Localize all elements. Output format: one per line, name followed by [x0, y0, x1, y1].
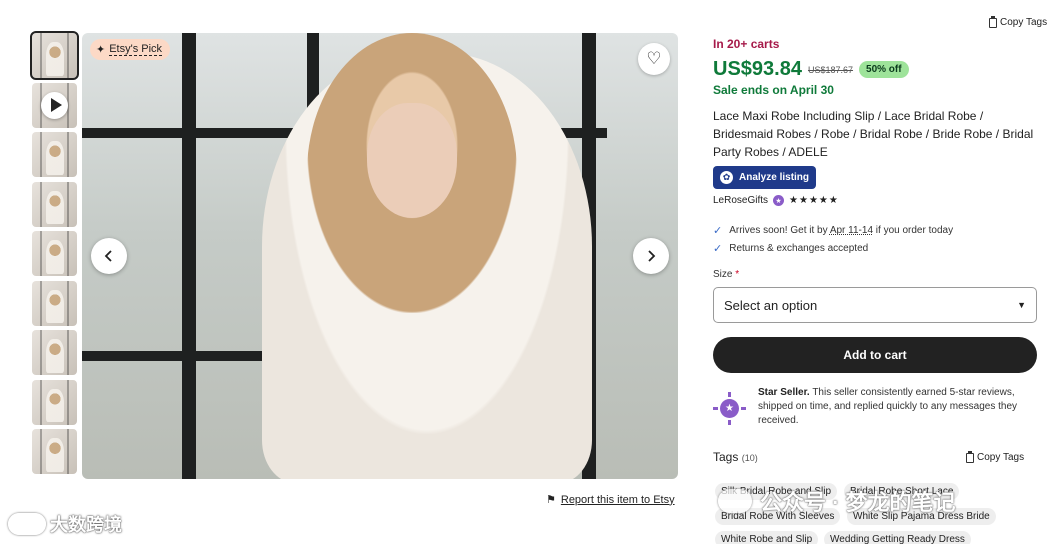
- arrival-dates[interactable]: Apr 11-14: [830, 225, 873, 236]
- sale-end-notice: Sale ends on April 30: [713, 83, 834, 97]
- rating-stars[interactable]: ★★★★★: [789, 195, 839, 206]
- watermark-left: 大数跨境: [8, 511, 122, 537]
- clipboard-icon: [989, 15, 997, 28]
- returns-info: ✓ Returns & exchanges accepted: [713, 243, 869, 255]
- discount-badge: 50% off: [859, 61, 909, 78]
- copy-tags-button-top[interactable]: Copy Tags: [989, 15, 1047, 28]
- analyze-icon: ✿: [720, 171, 733, 184]
- thumbnail-7[interactable]: [32, 330, 77, 375]
- watermark-logo-icon: [8, 513, 46, 535]
- star-seller-info: ★ Star Seller. This seller consistently …: [713, 386, 1043, 428]
- check-icon: ✓: [713, 243, 723, 255]
- heart-icon: ♡: [646, 49, 662, 68]
- favorite-button[interactable]: ♡: [638, 43, 670, 75]
- analyze-listing-button[interactable]: ✿ Analyze listing: [713, 166, 817, 189]
- chevron-left-icon: [104, 250, 112, 262]
- sparkle-icon: ✦: [96, 44, 106, 56]
- thumbnail-5[interactable]: [32, 231, 77, 276]
- listing-title: Lace Maxi Robe Including Slip / Lace Bri…: [713, 109, 1034, 159]
- price-row: US$93.84 US$187.67 50% off: [713, 58, 909, 81]
- thumbnail-6[interactable]: [32, 280, 77, 326]
- tags-heading: Tags (10): [713, 450, 758, 464]
- clipboard-icon: [966, 450, 974, 463]
- wechat-icon: [718, 489, 752, 513]
- thumbnail-video[interactable]: [32, 82, 77, 128]
- original-price: US$187.67: [807, 64, 854, 75]
- star-seller-icon: ★: [713, 392, 746, 425]
- thumbnail-3[interactable]: [32, 132, 77, 177]
- check-icon: ✓: [713, 225, 723, 237]
- chevron-right-icon: [648, 250, 656, 262]
- size-select[interactable]: Select an option ▼: [713, 287, 1037, 323]
- watermark-right: 公众号 · 梦龙的笔记: [718, 485, 956, 517]
- next-image-button[interactable]: [633, 238, 669, 274]
- caret-down-icon: ▼: [1017, 300, 1026, 310]
- arrival-info: ✓ Arrives soon! Get it by Apr 11-14 if y…: [713, 225, 954, 237]
- shop-name-link[interactable]: LeRoseGifts: [713, 195, 768, 206]
- star-seller-badge-icon: ★: [773, 195, 785, 206]
- thumbnail-4[interactable]: [32, 181, 77, 227]
- flag-icon: ⚑: [546, 494, 556, 506]
- in-carts-notice: In 20+ carts: [713, 37, 780, 51]
- main-product-image[interactable]: ✦ Etsy's Pick ♡: [82, 33, 678, 479]
- previous-image-button[interactable]: [91, 238, 127, 274]
- thumbnail-list: [30, 31, 79, 479]
- report-item-link[interactable]: ⚑ Report this item to Etsy: [546, 493, 675, 507]
- size-label: Size *: [713, 269, 740, 280]
- tag-chip[interactable]: White Robe and Slip: [715, 531, 819, 544]
- current-price: US$93.84: [713, 58, 802, 80]
- add-to-cart-button[interactable]: Add to cart: [713, 337, 1037, 373]
- copy-tags-button[interactable]: Copy Tags: [966, 450, 1024, 463]
- play-icon: [41, 91, 68, 119]
- tag-chip[interactable]: Wedding Getting Ready Dress: [824, 531, 971, 544]
- thumbnail-1[interactable]: [30, 31, 79, 80]
- thumbnail-9[interactable]: [32, 429, 77, 474]
- etsys-pick-badge[interactable]: ✦ Etsy's Pick: [90, 39, 171, 60]
- thumbnail-8[interactable]: [32, 379, 77, 425]
- shop-info: LeRoseGifts ★ ★★★★★: [713, 195, 839, 206]
